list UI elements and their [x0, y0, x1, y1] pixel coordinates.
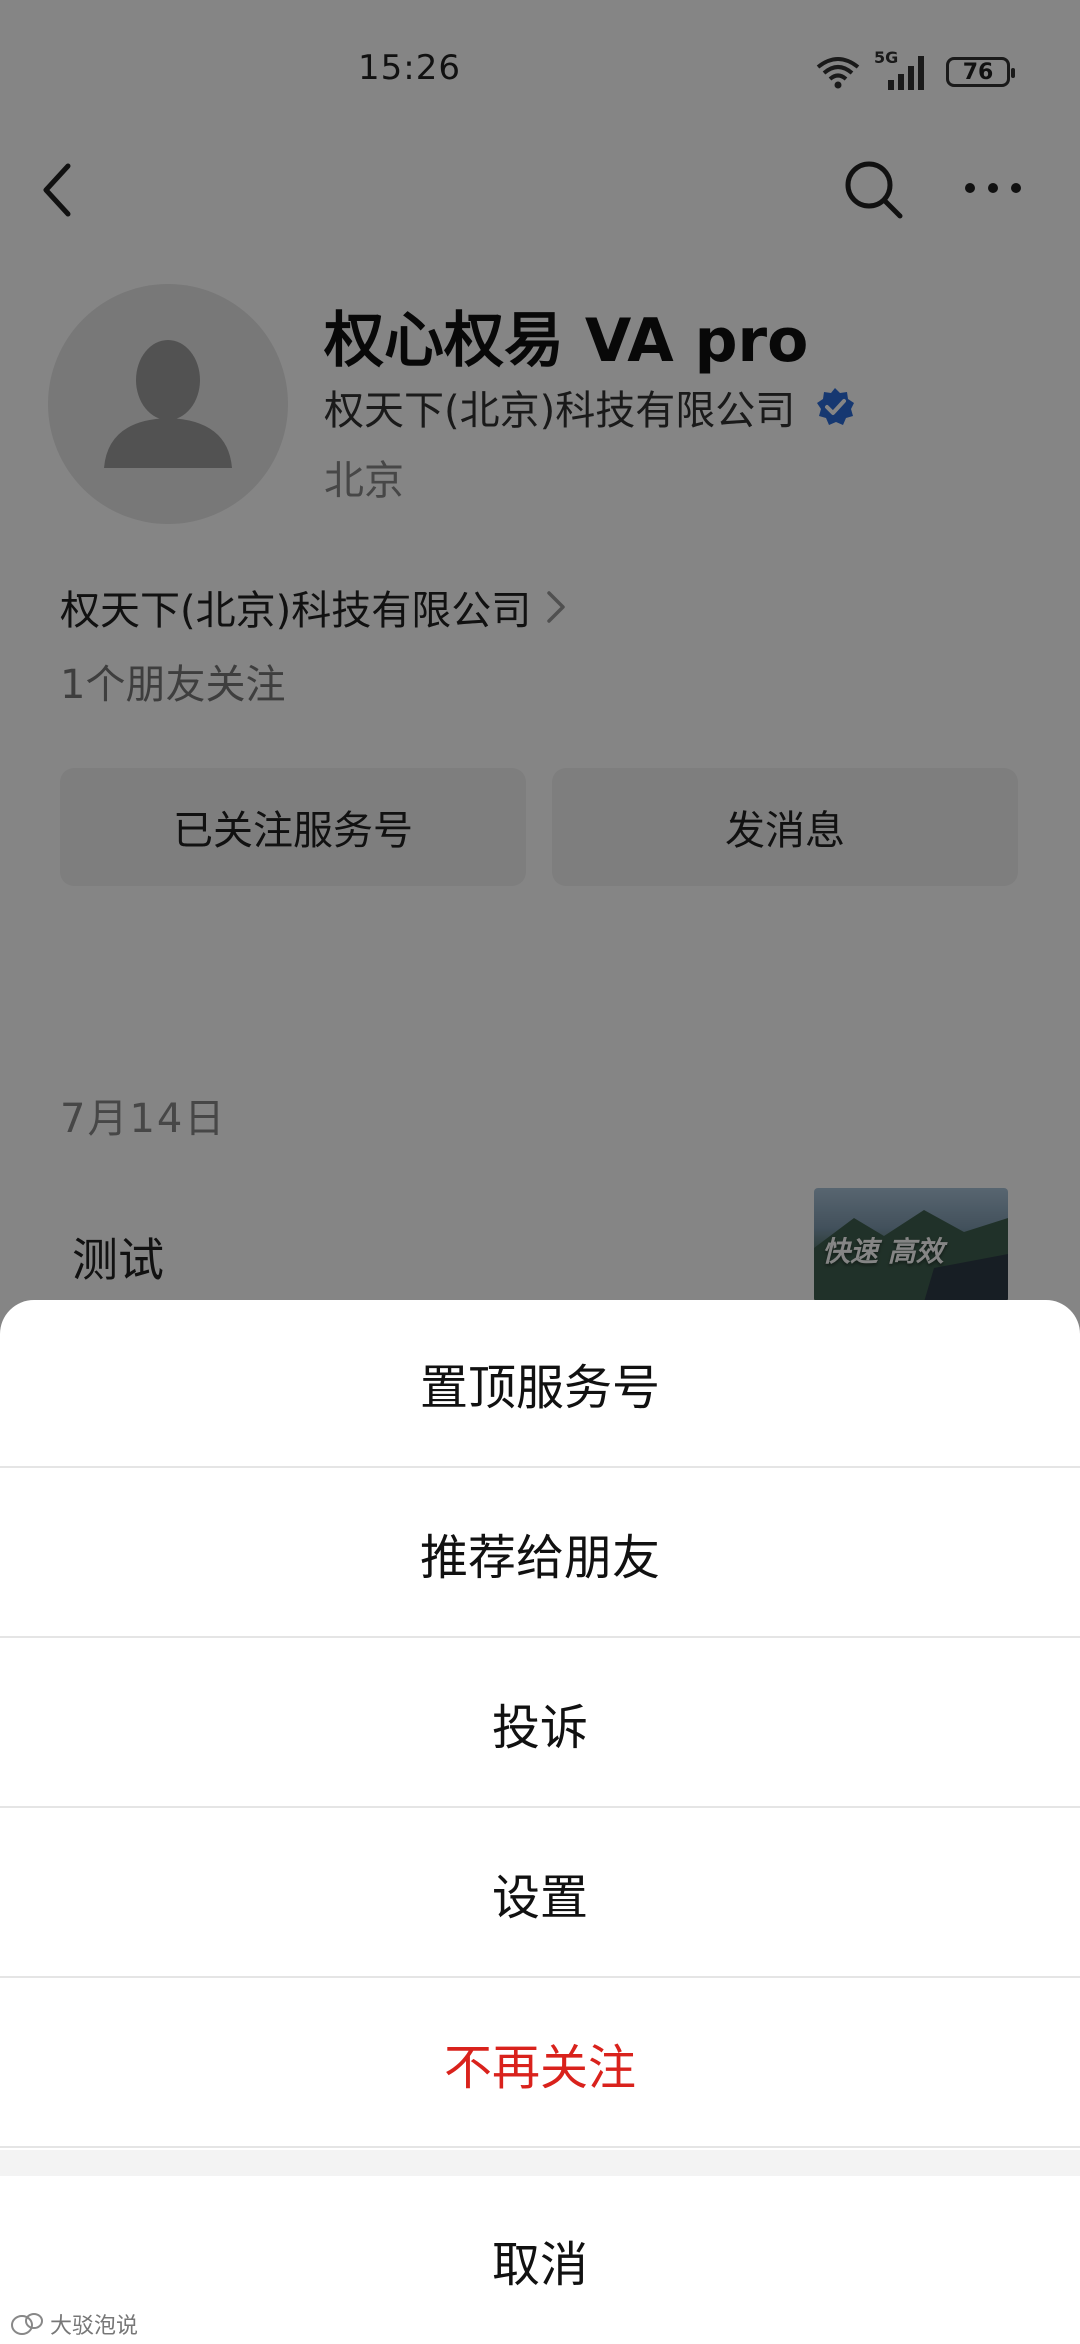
settings-option[interactable]: 设置 [0, 1810, 1080, 1978]
watermark-text: 大驳泡说 [50, 2314, 139, 2339]
watermark-logo-icon [11, 2313, 43, 2335]
sheet-divider-gap [0, 2150, 1080, 2176]
complain-option[interactable]: 投诉 [0, 1640, 1080, 1808]
unfollow-option[interactable]: 不再关注 [0, 1980, 1080, 2148]
watermark: 大驳泡说 [10, 2308, 138, 2340]
cancel-button[interactable]: 取消 [0, 2176, 1080, 2344]
pin-service-account-option[interactable]: 置顶服务号 [0, 1300, 1080, 1468]
action-sheet: 置顶服务号 推荐给朋友 投诉 设置 不再关注 取消 [0, 1300, 1080, 2344]
recommend-to-friend-option[interactable]: 推荐给朋友 [0, 1470, 1080, 1638]
